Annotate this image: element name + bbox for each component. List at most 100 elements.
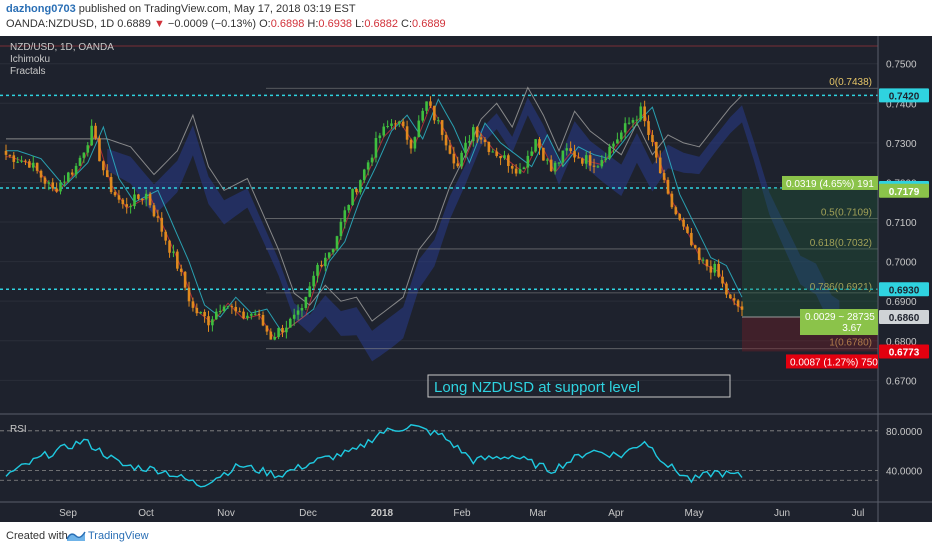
candle-body: [109, 177, 113, 193]
candle-body: [144, 193, 148, 200]
tradingview-logo-icon[interactable]: [66, 527, 86, 543]
candle-body: [172, 251, 175, 253]
target-label-text: 0.0319 (4.65%) 191: [786, 179, 874, 190]
candle-body: [370, 157, 374, 163]
candle: [98, 135, 101, 162]
candle-body: [736, 300, 740, 307]
candle-body: [129, 206, 132, 208]
candle-body: [335, 236, 339, 250]
entry-label-text: 0.0029 ~ 28735: [805, 312, 875, 323]
candle-body: [74, 165, 78, 175]
candle-body: [269, 331, 273, 340]
candle-body: [312, 275, 315, 287]
candle-body: [705, 259, 709, 267]
candle-body: [518, 169, 522, 174]
candle-body: [296, 310, 300, 315]
candle-body: [670, 193, 674, 208]
candle-body: [359, 180, 362, 193]
candle-body: [635, 119, 639, 121]
candle-body: [503, 155, 506, 159]
candle-body: [487, 142, 491, 152]
time-tick-label: Mar: [529, 508, 547, 519]
candle-body: [343, 210, 347, 222]
footer: Created with TradingView: [0, 522, 932, 550]
candle-body: [47, 182, 51, 184]
stop-label-text: 0.0087 (1.27%) 750: [790, 357, 878, 368]
candle-body: [113, 192, 117, 196]
candle-body: [514, 168, 518, 174]
candle-body: [405, 126, 409, 140]
candle-body: [31, 162, 35, 168]
candle-body: [651, 134, 654, 142]
candle-body: [214, 311, 218, 320]
candle-body: [12, 155, 16, 162]
candle-body: [331, 249, 335, 253]
candle-body: [460, 152, 463, 167]
candle-body: [701, 259, 705, 261]
high-label: H:: [307, 18, 319, 30]
candle-body: [362, 169, 366, 181]
candle-body: [619, 132, 623, 140]
last-price: 0.6889: [117, 18, 151, 30]
candle-body: [24, 160, 27, 162]
axis-price-label: 0.6860: [879, 310, 929, 325]
candle-body: [608, 146, 611, 159]
candle-body: [553, 162, 557, 172]
ohlc-line: OANDA:NZDUSD, 1D 0.6889 ▼ −0.0009 (−0.13…: [6, 18, 446, 30]
author-link[interactable]: dazhong0703: [6, 3, 76, 15]
candle-body: [67, 172, 70, 182]
candle-body: [327, 252, 331, 258]
candle-body: [226, 306, 230, 308]
candle-body: [257, 313, 261, 315]
rsi-label: RSI: [10, 424, 27, 435]
candle-body: [631, 120, 635, 123]
stop-label: 0.0087 (1.27%) 750: [786, 354, 878, 369]
candle-body: [538, 139, 541, 148]
candle-body: [28, 161, 31, 168]
axis-price-label-text: 0.6860: [889, 313, 920, 324]
candle-body: [43, 177, 47, 184]
axis-price-label-text: 0.6930: [889, 285, 920, 296]
axis-price-label: 0.6773: [879, 344, 929, 359]
candle-body: [530, 151, 534, 156]
candle-body: [246, 315, 249, 319]
time-tick-label: Jun: [774, 508, 790, 519]
candle-body: [542, 147, 545, 161]
legend-ichimoku[interactable]: Ichimoku: [10, 54, 50, 65]
candle-body: [479, 137, 483, 140]
high-value: 0.6938: [318, 18, 353, 30]
price-tick-label: 0.7000: [886, 258, 917, 269]
candle-body: [577, 157, 580, 159]
open-value: 0.6898: [270, 18, 305, 30]
tradingview-brand[interactable]: TradingView: [88, 530, 149, 542]
candle-body: [39, 170, 43, 178]
candle-body: [277, 327, 280, 337]
created-with-text: Created with: [6, 530, 68, 542]
candle-body: [425, 101, 428, 111]
price-tick-label: 0.7300: [886, 139, 917, 150]
price-axis: 0.75000.74000.73000.72000.71000.70000.69…: [877, 36, 932, 522]
price-chart-svg[interactable]: 0(0.7438)0.5(0.7109)0.618(0.7032)0.786(0…: [0, 36, 932, 522]
candle-body: [98, 138, 101, 162]
candle-body: [374, 138, 378, 158]
candle-body: [647, 121, 650, 135]
candle-body: [211, 319, 214, 326]
candle-body: [156, 216, 160, 218]
candle-body: [526, 155, 530, 168]
chart-area[interactable]: 0(0.7438) 0.5(0.7109) 0.618(0.7032) 0.786(0…: [0, 36, 932, 522]
axis-price-label-text: 0.7420: [889, 91, 920, 102]
rsi-tick-label: 80.0000: [886, 427, 923, 438]
candle: [351, 188, 354, 207]
time-tick-label: 2018: [371, 508, 394, 519]
candle-body: [234, 306, 238, 312]
legend-fractals[interactable]: Fractals: [10, 66, 46, 77]
time-tick-label: Nov: [217, 508, 235, 519]
candle-body: [394, 123, 397, 125]
candle-body: [616, 139, 619, 144]
candle-body: [440, 120, 444, 135]
candle-body: [740, 306, 744, 310]
time-tick-label: Dec: [299, 508, 317, 519]
candle-body: [522, 167, 526, 170]
candle-body: [230, 306, 234, 308]
axis-price-label: 0.7420: [879, 88, 929, 103]
